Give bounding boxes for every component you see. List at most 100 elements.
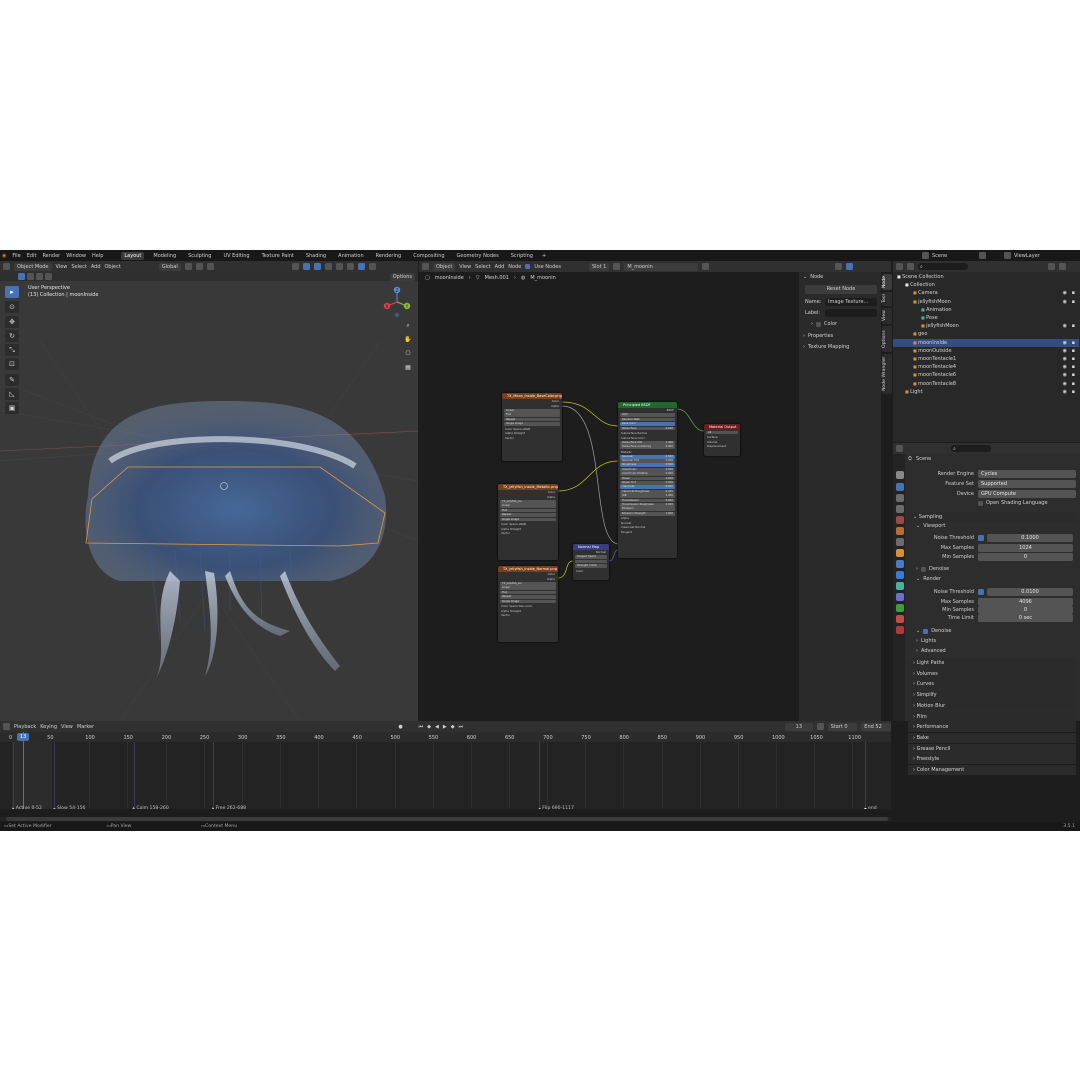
source-dropdown[interactable]: Single Image <box>504 422 560 426</box>
principled-bsdf-node[interactable]: Principled BSDF BSDF GGX Random Walk Bas… <box>618 402 677 558</box>
node-name-field[interactable]: Image Texture... <box>825 298 877 306</box>
outliner-type-icon[interactable] <box>896 263 903 270</box>
menu-window[interactable]: Window <box>66 253 86 259</box>
node-label-field[interactable] <box>825 309 877 317</box>
tab-tool[interactable]: Tool <box>882 292 892 306</box>
space-dropdown[interactable]: Tangent Space <box>575 555 607 559</box>
jump-start-icon[interactable]: ⏮ <box>419 724 424 730</box>
panel-volumes[interactable]: › Volumes <box>908 668 1076 679</box>
bsdf-input-specular-tint[interactable]: Specular Tint 0.000 <box>620 459 675 463</box>
vp-max-samples-field[interactable]: 1024 <box>978 544 1073 552</box>
outliner-item-moontentacle6[interactable]: ■ moonTentacle6 ◉ ▪ <box>893 371 1079 379</box>
end-frame-field[interactable]: End 52 <box>861 722 891 731</box>
bsdf-input-emission[interactable]: Emission <box>620 507 675 512</box>
source-dropdown[interactable]: Single Image <box>500 517 556 522</box>
tab-geometry-nodes[interactable]: Geometry Nodes <box>454 252 502 260</box>
eye-icon[interactable]: ◉ <box>1063 388 1067 396</box>
tab-layout[interactable]: Layout <box>121 251 145 260</box>
output-bsdf[interactable]: BSDF <box>618 408 677 413</box>
render-visibility-icon[interactable]: ▪ <box>1072 298 1075 306</box>
select-extend-icon[interactable] <box>27 273 34 280</box>
bsdf-input-base-color[interactable]: Base Color <box>620 422 675 426</box>
bsdf-input-clearcoat[interactable]: Clearcoat 0.000 <box>620 485 675 490</box>
playhead[interactable] <box>23 732 24 810</box>
normal-map-node[interactable]: Normal Map Normal Tangent Space Strength… <box>573 544 609 580</box>
vp-menu-object[interactable]: Object <box>105 264 121 270</box>
select-subtract-icon[interactable] <box>36 273 43 280</box>
outliner-item-moontentacle8[interactable]: ■ moonTentacle8 ◉ ▪ <box>893 380 1079 388</box>
visibility-icon[interactable] <box>291 263 299 270</box>
bsdf-input-subsurface[interactable]: Subsurface 0.000 <box>620 426 675 431</box>
camera-view-icon[interactable]: ⎔ <box>403 347 413 361</box>
tl-menu-keying[interactable]: Keying <box>40 724 57 730</box>
annotate-tool[interactable]: ✎ <box>5 374 19 386</box>
time-limit-field[interactable]: 0 sec <box>978 614 1073 622</box>
eye-icon[interactable]: ◉ <box>1063 322 1067 330</box>
tl-menu-playback[interactable]: Playback <box>14 724 36 730</box>
vp-denoise-subpanel[interactable]: › Denoise <box>916 566 949 572</box>
outliner-item-animation[interactable]: ■ Animation <box>893 306 1079 314</box>
tab-animation[interactable]: Animation <box>335 252 367 260</box>
render-visibility-icon[interactable]: ▪ <box>1072 380 1075 388</box>
extension-dropdown[interactable]: Repeat <box>500 595 556 599</box>
select-box-tool[interactable]: ▸ <box>5 286 19 298</box>
zoom-icon[interactable]: ⌕ <box>403 319 413 333</box>
rotate-tool[interactable]: ↻ <box>5 330 19 342</box>
options-button[interactable]: Options <box>389 273 415 281</box>
timeline-marker[interactable]: ▴ Free 262-688 <box>212 806 246 811</box>
tl-menu-marker[interactable]: Marker <box>77 724 94 730</box>
output-alpha[interactable]: Alpha <box>502 404 562 409</box>
panel-film[interactable]: › Film <box>908 711 1076 722</box>
eye-icon[interactable]: ◉ <box>1063 289 1067 297</box>
eye-icon[interactable]: ◉ <box>1063 347 1067 355</box>
render-visibility-icon[interactable]: ▪ <box>1072 371 1075 379</box>
pivot-icon[interactable] <box>184 263 192 270</box>
material-output-node[interactable]: Material Output All Surface Volume Displ… <box>704 424 740 456</box>
blender-logo-icon[interactable]: ◉ <box>2 253 6 259</box>
node-section-header[interactable]: ⌄ Node <box>803 274 823 280</box>
display-mode-icon[interactable] <box>907 263 914 270</box>
modifier-tab-icon[interactable] <box>896 560 904 568</box>
outliner-item-moontentacle4[interactable]: ■ moonTentacle4 ◉ ▪ <box>893 363 1079 371</box>
input-displacement[interactable]: Displacement <box>704 444 740 449</box>
tab-texture-paint[interactable]: Texture Paint <box>259 252 297 260</box>
strength-field[interactable]: Strength 1.000 <box>575 564 607 568</box>
r-noise-threshold-field[interactable]: 0.0100 <box>987 588 1073 596</box>
output-alpha[interactable]: Alpha <box>498 495 558 500</box>
interpolation-dropdown[interactable]: Linear <box>504 408 560 413</box>
proportional-icon[interactable] <box>206 263 214 270</box>
menu-file[interactable]: File <box>12 253 20 259</box>
select-mode-buttons[interactable] <box>18 273 52 280</box>
r-min-samples-field[interactable]: 0 <box>978 606 1073 614</box>
vp-noise-threshold-checkbox[interactable] <box>978 535 984 541</box>
render-visibility-icon[interactable]: ▪ <box>1072 363 1075 371</box>
shading-rendered-icon[interactable] <box>368 263 376 270</box>
feature-set-dropdown[interactable]: Supported <box>978 480 1076 488</box>
tab-node-wrangler[interactable]: Node Wrangler <box>882 354 892 394</box>
navigation-gizmo[interactable]: Z Y X <box>380 285 414 319</box>
render-visibility-icon[interactable]: ▪ <box>1072 355 1075 363</box>
projection-dropdown[interactable]: Flat <box>500 508 556 513</box>
timeline-marker[interactable]: ▴ Flip 690-1117 <box>538 806 573 811</box>
properties-type-icon[interactable] <box>896 445 903 452</box>
viewlayer-selector[interactable]: ViewLayer <box>1004 250 1040 261</box>
image-texture-node-metallic[interactable]: TX_jellyfish_inside_Metallic.png Color A… <box>498 484 558 560</box>
menu-edit[interactable]: Edit <box>27 253 37 259</box>
projection-dropdown[interactable]: Flat <box>500 590 556 595</box>
bsdf-input-roughness[interactable]: Roughness 0.500 <box>620 463 675 468</box>
bsdf-input-anisotropic[interactable]: Anisotropic 0.000 <box>620 467 675 472</box>
panel-light-paths[interactable]: › Light Paths <box>908 658 1076 668</box>
playhead-frame-label[interactable]: 13 <box>17 733 29 741</box>
properties-search-input[interactable]: ⌕ <box>951 445 991 452</box>
bsdf-input-emission-strength[interactable]: Emission Strength 1.000 <box>620 511 675 516</box>
distribution-dropdown[interactable]: GGX <box>620 413 675 417</box>
bsdf-input-subsurface-anisotropy[interactable]: Subsurface Anisotropy 0.000 <box>620 445 675 449</box>
bsdf-input-specular[interactable]: Specular 0.500 <box>620 454 675 459</box>
scene-tab-icon[interactable] <box>896 516 904 524</box>
outliner-item-mooninside[interactable]: ■ moonInside ◉ ▪ <box>893 338 1079 347</box>
xray-icon[interactable] <box>324 263 332 270</box>
interpolation-dropdown[interactable]: Linear <box>500 586 556 590</box>
bsdf-input-sheen[interactable]: Sheen 0.000 <box>620 476 675 481</box>
select-invert-icon[interactable] <box>45 273 52 280</box>
eye-icon[interactable]: ◉ <box>1063 298 1067 306</box>
